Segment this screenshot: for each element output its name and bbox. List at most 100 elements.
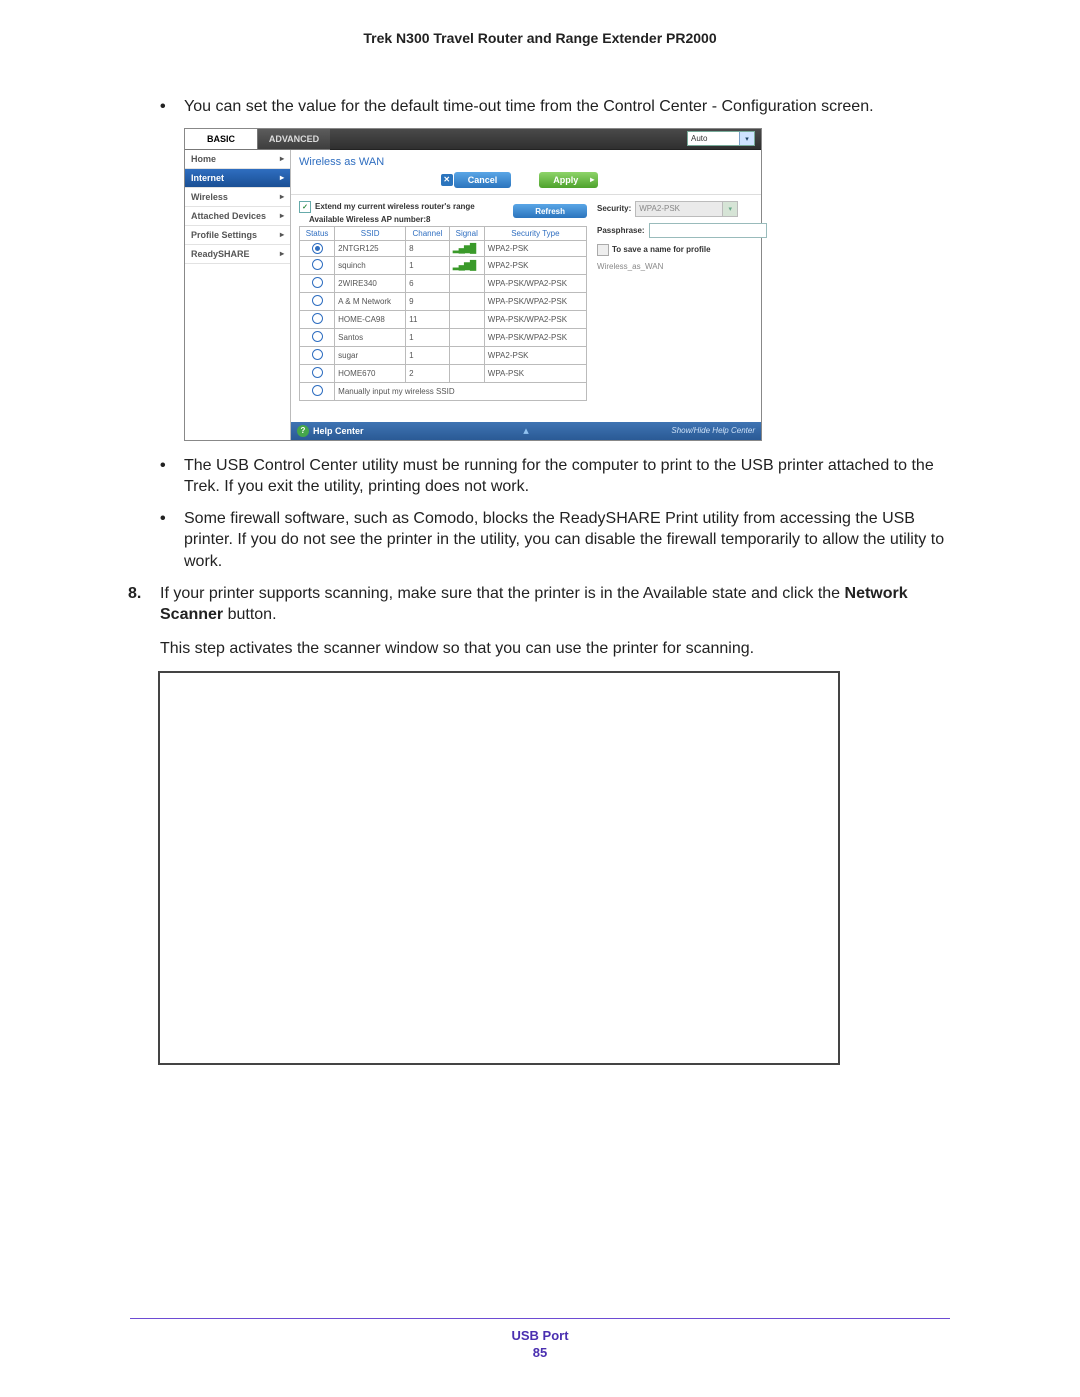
radio-icon[interactable] [312, 259, 323, 270]
refresh-button[interactable]: Refresh [513, 204, 587, 218]
sidebar-item-label: Internet [191, 173, 224, 183]
bullet-item: Some firewall software, such as Comodo, … [160, 508, 950, 573]
ssid-cell: HOME670 [335, 364, 406, 382]
wireless-ap-table: Status SSID Channel Signal Security Type… [299, 226, 587, 401]
sidebar: Home▸ Internet▸ Wireless▸ Attached Devic… [185, 150, 291, 440]
channel-cell: 8 [406, 240, 450, 256]
chevron-right-icon: ▸ [280, 211, 284, 220]
sidebar-item-label: Wireless [191, 192, 228, 202]
panel-title: Wireless as WAN [291, 150, 761, 170]
ssid-cell: sugar [335, 346, 406, 364]
security-cell: WPA-PSK/WPA2-PSK [484, 274, 586, 292]
table-row[interactable]: A & M Network9WPA-PSK/WPA2-PSK [300, 292, 587, 310]
ap-count-label: Available Wireless AP number:8 [309, 215, 475, 224]
passphrase-label: Passphrase: [597, 226, 645, 235]
ssid-cell: Santos [335, 328, 406, 346]
sidebar-item-readyshare[interactable]: ReadySHARE▸ [185, 245, 290, 264]
table-row[interactable]: sugar1 WPA2-PSK [300, 346, 587, 364]
radio-icon[interactable] [312, 313, 323, 324]
extend-checkbox[interactable]: ✓ [299, 201, 311, 213]
table-row[interactable]: 2NTGR1258▂▄▆█WPA2-PSK [300, 240, 587, 256]
security-cell: WPA2-PSK [484, 346, 586, 364]
chevron-right-icon: ▸ [280, 249, 284, 258]
col-status: Status [300, 226, 335, 240]
footer-label: USB Port [0, 1327, 1080, 1345]
col-signal: Signal [449, 226, 484, 240]
security-dropdown[interactable]: WPA2-PSK ▾ [635, 201, 738, 217]
tab-advanced[interactable]: ADVANCED [258, 129, 330, 150]
router-ui-screenshot: BASIC ADVANCED Auto ▾ Home▸ Internet▸ Wi… [184, 128, 762, 441]
apply-button-label: Apply [553, 175, 578, 185]
table-row[interactable]: HOME6702 WPA-PSK [300, 364, 587, 382]
ssid-cell: 2WIRE340 [335, 274, 406, 292]
help-bar[interactable]: ?Help Center ▴ Show/Hide Help Center [291, 422, 761, 440]
col-security: Security Type [484, 226, 586, 240]
sidebar-item-attached-devices[interactable]: Attached Devices ▸ [185, 207, 290, 226]
help-toggle-label[interactable]: Show/Hide Help Center [671, 426, 755, 435]
auto-dropdown-label: Auto [691, 134, 707, 143]
chevron-right-icon: ▸ [280, 192, 284, 201]
step-follow-text: This step activates the scanner window s… [160, 638, 950, 660]
ssid-cell: 2NTGR125 [335, 240, 406, 256]
cancel-button-label: Cancel [468, 175, 498, 185]
channel-cell: 1 [406, 346, 450, 364]
chevron-down-icon: ▾ [722, 202, 737, 216]
col-ssid: SSID [335, 226, 406, 240]
radio-icon[interactable] [312, 349, 323, 360]
chevron-right-icon: ▸ [280, 173, 284, 182]
footer: USB Port 85 [0, 1327, 1080, 1362]
table-row-manual[interactable]: Manually input my wireless SSID [300, 382, 587, 400]
security-cell: WPA-PSK/WPA2-PSK [484, 292, 586, 310]
step-8: 8. If your printer supports scanning, ma… [130, 583, 950, 660]
security-label: Security: [597, 204, 631, 213]
cancel-button[interactable]: ✕Cancel [454, 172, 512, 188]
bullet-list-before: You can set the value for the default ti… [160, 96, 950, 118]
radio-icon[interactable] [312, 277, 323, 288]
signal-icon: ▂▄▆█ [453, 260, 476, 270]
apply-button[interactable]: Apply ▸ [539, 172, 598, 188]
bullet-item: The USB Control Center utility must be r… [160, 455, 950, 498]
radio-icon[interactable] [312, 331, 323, 342]
security-cell: WPA-PSK/WPA2-PSK [484, 310, 586, 328]
channel-cell: 11 [406, 310, 450, 328]
security-dropdown-value: WPA2-PSK [639, 204, 680, 213]
table-row[interactable]: HOME-CA9811WPA-PSK/WPA2-PSK [300, 310, 587, 328]
channel-cell: 1 [406, 328, 450, 346]
channel-cell: 1 [406, 256, 450, 274]
sidebar-item-home[interactable]: Home▸ [185, 150, 290, 169]
sidebar-item-label: Profile Settings [191, 230, 257, 240]
extend-checkbox-label: Extend my current wireless router's rang… [315, 202, 475, 211]
chevron-right-icon: ▸ [590, 175, 594, 184]
table-row[interactable]: Santos1WPA-PSK/WPA2-PSK [300, 328, 587, 346]
sidebar-item-label: Attached Devices [191, 211, 266, 221]
radio-icon[interactable] [312, 243, 323, 254]
security-cell: WPA2-PSK [484, 256, 586, 274]
empty-image-placeholder [158, 671, 840, 1065]
ssid-cell: A & M Network [335, 292, 406, 310]
sidebar-item-wireless[interactable]: Wireless ▸ [185, 188, 290, 207]
manual-ssid-label: Manually input my wireless SSID [335, 382, 587, 400]
sidebar-item-profile-settings[interactable]: Profile Settings▸ [185, 226, 290, 245]
sidebar-item-label: Home [191, 154, 216, 164]
radio-icon[interactable] [312, 367, 323, 378]
action-button-row: ✕Cancel Apply ▸ [291, 170, 761, 195]
sidebar-item-internet[interactable]: Internet ▸ [185, 169, 290, 188]
radio-icon[interactable] [312, 385, 323, 396]
auto-dropdown[interactable]: Auto ▾ [687, 131, 755, 146]
radio-icon[interactable] [312, 295, 323, 306]
step-text-post: button. [223, 606, 276, 623]
tab-basic[interactable]: BASIC [185, 129, 258, 150]
step-text-pre: If your printer supports scanning, make … [160, 585, 845, 602]
passphrase-input[interactable] [649, 223, 767, 238]
ssid-cell: squinch [335, 256, 406, 274]
table-row[interactable]: 2WIRE3406WPA-PSK/WPA2-PSK [300, 274, 587, 292]
security-cell: WPA2-PSK [484, 240, 586, 256]
footer-rule [130, 1318, 950, 1319]
channel-cell: 2 [406, 364, 450, 382]
chevron-down-icon: ▾ [739, 132, 754, 145]
security-cell: WPA-PSK [484, 364, 586, 382]
document-title: Trek N300 Travel Router and Range Extend… [130, 30, 950, 46]
save-profile-checkbox[interactable] [597, 244, 609, 256]
question-icon: ? [297, 425, 309, 437]
table-row[interactable]: squinch1▂▄▆█ WPA2-PSK [300, 256, 587, 274]
